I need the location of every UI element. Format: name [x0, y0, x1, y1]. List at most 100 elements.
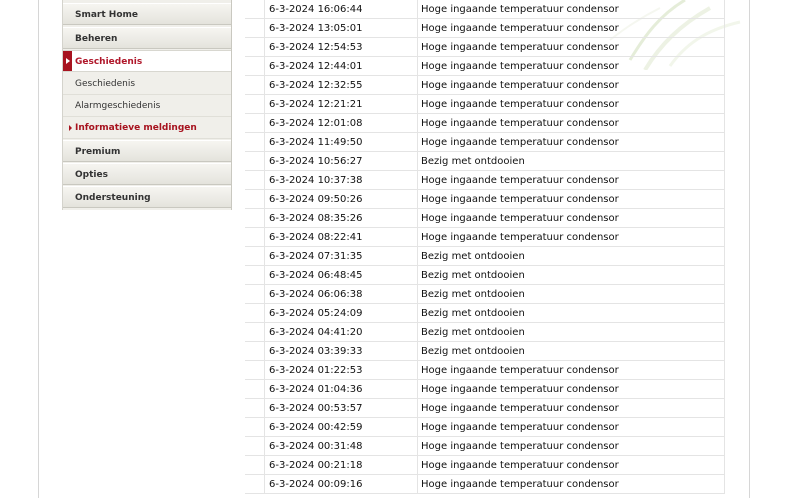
row-spacer-cell	[245, 37, 265, 57]
message-cell: Bezig met ontdooien	[417, 265, 725, 285]
row-spacer-cell	[245, 322, 265, 342]
table-row: 6-3-2024 04:41:20 Bezig met ontdooien	[245, 322, 725, 342]
table-row: 6-3-2024 03:39:33 Bezig met ontdooien	[245, 341, 725, 361]
row-spacer-cell	[245, 455, 265, 475]
sidebar: Smart Home Beheren Geschiedenis Geschied…	[62, 0, 232, 210]
table-row: 6-3-2024 09:50:26 Hoge ingaande temperatu…	[245, 189, 725, 209]
table-row: 6-3-2024 00:21:18 Hoge ingaande temperatu…	[245, 455, 725, 475]
table-row: 6-3-2024 07:31:35 Bezig met ontdooien	[245, 246, 725, 266]
row-spacer-cell	[245, 284, 265, 304]
sidebar-item-ondersteuning[interactable]: Ondersteuning	[63, 186, 231, 208]
message-cell: Hoge ingaande temperatuur condensor	[417, 474, 725, 494]
datetime-cell: 6-3-2024 10:37:38	[264, 170, 418, 190]
table-row: 6-3-2024 01:22:53 Hoge ingaande temperatu…	[245, 360, 725, 380]
sidebar-item-label: Ondersteuning	[75, 193, 151, 203]
row-spacer-cell	[245, 94, 265, 114]
message-cell: Hoge ingaande temperatuur condensor	[417, 227, 725, 247]
datetime-cell: 6-3-2024 04:41:20	[264, 322, 418, 342]
datetime-cell: 6-3-2024 09:50:26	[264, 189, 418, 209]
datetime-cell: 6-3-2024 12:32:55	[264, 75, 418, 95]
page-frame-right	[749, 0, 750, 498]
table-row: 6-3-2024 06:48:45 Bezig met ontdooien	[245, 265, 725, 285]
sidebar-item-label: Opties	[75, 170, 108, 180]
datetime-cell: 6-3-2024 06:06:38	[264, 284, 418, 304]
table-row: 6-3-2024 00:42:59 Hoge ingaande temperatu…	[245, 417, 725, 437]
message-cell: Hoge ingaande temperatuur condensor	[417, 75, 725, 95]
row-spacer-cell	[245, 265, 265, 285]
datetime-cell: 6-3-2024 12:01:08	[264, 113, 418, 133]
row-spacer-cell	[245, 379, 265, 399]
row-spacer-cell	[245, 360, 265, 380]
datetime-cell: 6-3-2024 12:21:21	[264, 94, 418, 114]
datetime-cell: 6-3-2024 07:31:35	[264, 246, 418, 266]
row-spacer-cell	[245, 151, 265, 171]
datetime-cell: 6-3-2024 10:56:27	[264, 151, 418, 171]
table-row: 6-3-2024 12:54:53 Hoge ingaande temperatu…	[245, 37, 725, 57]
table-row: 6-3-2024 10:37:38 Hoge ingaande temperatu…	[245, 170, 725, 190]
sidebar-item-label: Premium	[75, 147, 121, 157]
event-log-table: 6-3-2024 16:06:44 Hoge ingaande temperatu…	[245, 0, 725, 494]
sidebar-item-geschiedenis[interactable]: Geschiedenis	[63, 50, 231, 72]
datetime-cell: 6-3-2024 01:22:53	[264, 360, 418, 380]
message-cell: Hoge ingaande temperatuur condensor	[417, 0, 725, 19]
datetime-cell: 6-3-2024 11:49:50	[264, 132, 418, 152]
message-cell: Hoge ingaande temperatuur condensor	[417, 189, 725, 209]
table-row: 6-3-2024 08:35:26 Hoge ingaande temperatu…	[245, 208, 725, 228]
message-cell: Hoge ingaande temperatuur condensor	[417, 94, 725, 114]
table-row: 6-3-2024 00:53:57 Hoge ingaande temperatu…	[245, 398, 725, 418]
datetime-cell: 6-3-2024 08:35:26	[264, 208, 418, 228]
datetime-cell: 6-3-2024 01:04:36	[264, 379, 418, 399]
table-row: 6-3-2024 12:01:08 Hoge ingaande temperatu…	[245, 113, 725, 133]
message-cell: Hoge ingaande temperatuur condensor	[417, 360, 725, 380]
row-spacer-cell	[245, 113, 265, 133]
datetime-cell: 6-3-2024 03:39:33	[264, 341, 418, 361]
table-row: 6-3-2024 08:22:41 Hoge ingaande temperatu…	[245, 227, 725, 247]
arrow-right-icon	[69, 125, 72, 131]
active-marker-icon	[63, 51, 72, 71]
table-row: 6-3-2024 00:09:16 Hoge ingaande temperatu…	[245, 474, 725, 494]
sidebar-item-label: Alarmgeschiedenis	[75, 101, 161, 111]
table-row: 6-3-2024 01:04:36 Hoge ingaande temperatu…	[245, 379, 725, 399]
sidebar-item-premium[interactable]: Premium	[63, 140, 231, 162]
sidebar-item-label: Beheren	[75, 34, 118, 44]
table-row: 6-3-2024 12:44:01 Hoge ingaande temperatu…	[245, 56, 725, 76]
message-cell: Bezig met ontdooien	[417, 151, 725, 171]
sidebar-item-smart-home[interactable]: Smart Home	[63, 3, 231, 25]
row-spacer-cell	[245, 341, 265, 361]
message-cell: Bezig met ontdooien	[417, 246, 725, 266]
datetime-cell: 6-3-2024 00:31:48	[264, 436, 418, 456]
row-spacer-cell	[245, 246, 265, 266]
row-spacer-cell	[245, 208, 265, 228]
message-cell: Hoge ingaande temperatuur condensor	[417, 132, 725, 152]
row-spacer-cell	[245, 56, 265, 76]
sidebar-item-label: Geschiedenis	[75, 57, 143, 67]
datetime-cell: 6-3-2024 00:09:16	[264, 474, 418, 494]
sidebar-subitem-informatieve-meldingen[interactable]: Informatieve meldingen	[63, 117, 231, 139]
table-row: 6-3-2024 11:49:50 Hoge ingaande temperatu…	[245, 132, 725, 152]
row-spacer-cell	[245, 227, 265, 247]
message-cell: Hoge ingaande temperatuur condensor	[417, 56, 725, 76]
sidebar-subitem-geschiedenis[interactable]: Geschiedenis	[63, 73, 231, 95]
sidebar-item-opties[interactable]: Opties	[63, 163, 231, 185]
datetime-cell: 6-3-2024 06:48:45	[264, 265, 418, 285]
row-spacer-cell	[245, 474, 265, 494]
message-cell: Hoge ingaande temperatuur condensor	[417, 398, 725, 418]
message-cell: Hoge ingaande temperatuur condensor	[417, 170, 725, 190]
sidebar-subitem-alarmgeschiedenis[interactable]: Alarmgeschiedenis	[63, 95, 231, 117]
row-spacer-cell	[245, 170, 265, 190]
row-spacer-cell	[245, 75, 265, 95]
table-row: 6-3-2024 12:21:21 Hoge ingaande temperatu…	[245, 94, 725, 114]
row-spacer-cell	[245, 18, 265, 38]
datetime-cell: 6-3-2024 12:44:01	[264, 56, 418, 76]
row-spacer-cell	[245, 132, 265, 152]
row-spacer-cell	[245, 189, 265, 209]
datetime-cell: 6-3-2024 00:42:59	[264, 417, 418, 437]
message-cell: Hoge ingaande temperatuur condensor	[417, 18, 725, 38]
table-row: 6-3-2024 13:05:01 Hoge ingaande temperatu…	[245, 18, 725, 38]
row-spacer-cell	[245, 0, 265, 19]
sidebar-item-beheren[interactable]: Beheren	[63, 27, 231, 49]
message-cell: Hoge ingaande temperatuur condensor	[417, 113, 725, 133]
table-row: 6-3-2024 06:06:38 Bezig met ontdooien	[245, 284, 725, 304]
table-row: 6-3-2024 16:06:44 Hoge ingaande temperatu…	[245, 0, 725, 19]
row-spacer-cell	[245, 398, 265, 418]
